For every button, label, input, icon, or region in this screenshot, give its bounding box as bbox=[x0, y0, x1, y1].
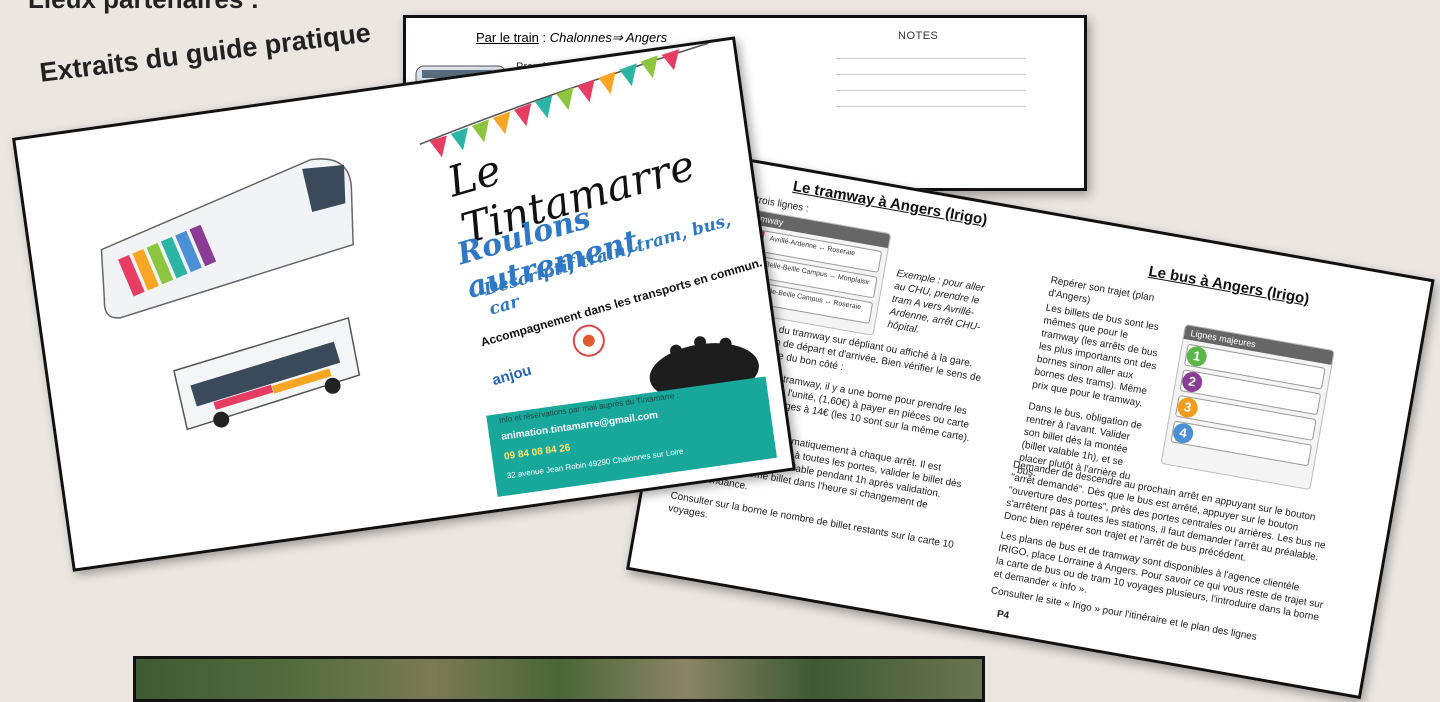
bus-line-number: 2 bbox=[1180, 370, 1204, 394]
train-title-route: Chalonnes⇒ Angers bbox=[549, 30, 668, 45]
bus-page-title: Le bus à Angers (Irigo) bbox=[1147, 262, 1311, 308]
notes-line bbox=[836, 106, 1026, 107]
contact-phone: 09 84 08 84 26 bbox=[503, 442, 572, 463]
bottom-forest-photo bbox=[133, 656, 985, 702]
bus-lines-legend: Lignes majeures 1 2 3 4 bbox=[1160, 323, 1335, 491]
notes-line bbox=[836, 74, 1026, 75]
train-page-title: Par le train : Chalonnes⇒ Angers bbox=[476, 30, 668, 45]
bus-icon bbox=[173, 316, 361, 431]
bus-line-number: 3 bbox=[1176, 396, 1200, 420]
notes-label: NOTES bbox=[898, 30, 939, 42]
train-title-prefix: Par le train bbox=[476, 30, 539, 45]
bus-line-number: 4 bbox=[1171, 421, 1195, 445]
page-number: P4 bbox=[995, 608, 1010, 622]
bus-bullet-2: Les billets de bus sont les mêmes que po… bbox=[1031, 302, 1160, 410]
tram-icon bbox=[100, 158, 354, 319]
section-title: Extraits du guide pratique bbox=[38, 17, 373, 88]
bus-line-number: 1 bbox=[1185, 344, 1209, 368]
tram-example: Exemple : pour aller au CHU, prendre le … bbox=[886, 268, 986, 336]
notes-line bbox=[836, 90, 1026, 91]
top-cut-heading: Lieux partenaires : bbox=[28, 0, 259, 15]
partner-logo-icon bbox=[572, 324, 605, 357]
notes-line bbox=[836, 58, 1026, 59]
